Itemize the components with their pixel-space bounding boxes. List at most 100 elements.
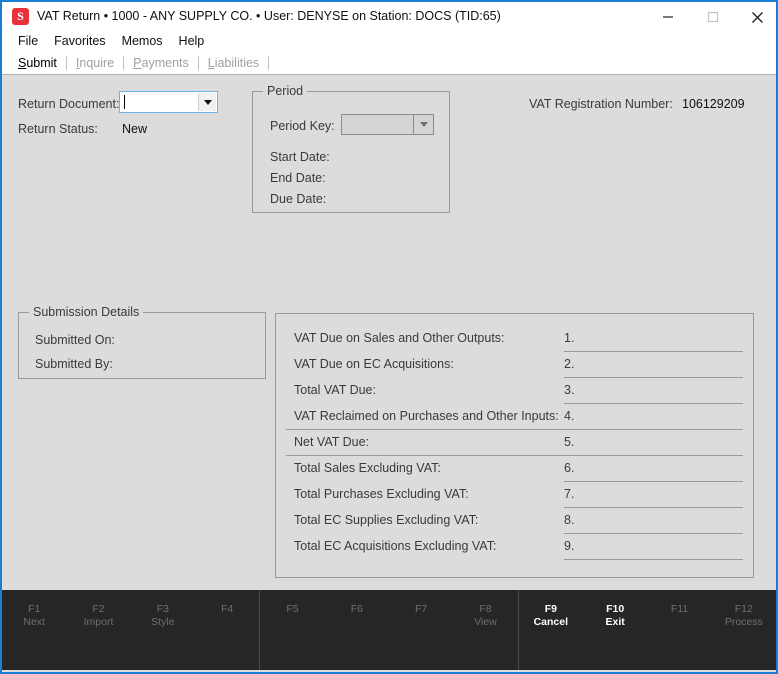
- function-key-f11[interactable]: F11: [647, 603, 711, 616]
- vat-row: VAT Reclaimed on Purchases and Other Inp…: [276, 404, 753, 430]
- menu-item-file[interactable]: File: [10, 30, 46, 52]
- function-key-f1-key: F1: [28, 603, 41, 615]
- vat-figure-label: Total EC Acquisitions Excluding VAT:: [294, 539, 497, 553]
- tab-inquire[interactable]: Inquire: [67, 52, 123, 74]
- vat-figure-rule: [564, 559, 743, 560]
- function-key-f4[interactable]: F4: [195, 603, 259, 616]
- function-key-f1[interactable]: F1 Next: [2, 603, 66, 629]
- function-key-f2[interactable]: F2 Import: [66, 603, 130, 629]
- period-key-combo[interactable]: [341, 114, 434, 135]
- tab-inquire-label: nquire: [79, 56, 115, 70]
- menu-item-help[interactable]: Help: [171, 30, 213, 52]
- function-key-f3-key: F3: [156, 603, 169, 615]
- maximize-icon: [707, 11, 718, 23]
- due-date-label: Due Date:: [270, 192, 327, 206]
- period-key-dropdown-button[interactable]: [413, 115, 433, 134]
- vat-figure-label: VAT Due on EC Acquisitions:: [294, 357, 454, 371]
- function-key-f9[interactable]: F9 Cancel: [519, 603, 583, 629]
- menu-item-favorites[interactable]: Favorites: [46, 30, 113, 52]
- function-key-f8[interactable]: F8 View: [453, 603, 517, 629]
- app-logo-icon: S: [12, 7, 29, 25]
- submitted-on-label: Submitted On:: [35, 333, 115, 347]
- close-button[interactable]: [735, 2, 776, 32]
- function-key-f10[interactable]: F10 Exit: [583, 603, 647, 629]
- tab-submit-label: ubmit: [26, 56, 57, 70]
- vat-figure-label: Net VAT Due:: [294, 435, 370, 449]
- function-key-group-2: F5 F6 F7 F8 View: [259, 590, 517, 670]
- chevron-down-icon: [419, 122, 428, 127]
- text-caret: [124, 95, 125, 109]
- minimize-button[interactable]: [645, 2, 690, 32]
- return-document-label: Return Document:: [18, 97, 120, 111]
- function-key-f9-label: Cancel: [533, 616, 569, 629]
- vat-figure-number: 5.: [564, 435, 575, 449]
- function-key-f7[interactable]: F7: [389, 603, 453, 616]
- tab-liabilities[interactable]: Liabilities: [199, 52, 268, 74]
- vat-figure-number: 1.: [564, 331, 575, 345]
- function-key-group-3: F9 Cancel F10 Exit F11 F12 Process: [517, 590, 776, 670]
- submitted-by-label: Submitted By:: [35, 357, 113, 371]
- submission-details-groupbox: Submission Details Submitted On: Submitt…: [18, 305, 266, 379]
- tab-payments[interactable]: Payments: [124, 52, 198, 74]
- submission-details-title: Submission Details: [29, 305, 144, 319]
- function-key-f12-key: F12: [734, 603, 753, 615]
- vat-figure-number: 9.: [564, 539, 575, 553]
- window-title: VAT Return • 1000 - ANY SUPPLY CO. • Use…: [37, 9, 501, 23]
- vat-row: Total Purchases Excluding VAT: 7.: [276, 482, 753, 508]
- vat-row: VAT Due on EC Acquisitions: 2.: [276, 352, 753, 378]
- period-key-label: Period Key:: [270, 119, 335, 133]
- menu-bar: File Favorites Memos Help: [2, 30, 776, 52]
- tab-liabilities-label: iabilities: [214, 56, 260, 70]
- function-key-f10-key: F10: [606, 603, 625, 615]
- vat-figure-number: 8.: [564, 513, 575, 527]
- vat-figure-number: 4.: [564, 409, 575, 423]
- function-key-f10-label: Exit: [605, 616, 625, 629]
- vat-figure-label: Total EC Supplies Excluding VAT:: [294, 513, 479, 527]
- vat-figure-number: 6.: [564, 461, 575, 475]
- chevron-down-icon: [203, 99, 212, 105]
- vat-registration-label: VAT Registration Number:: [529, 97, 673, 111]
- function-key-f3[interactable]: F3 Style: [131, 603, 195, 629]
- return-status-value: New: [122, 122, 148, 136]
- function-key-f8-label: View: [474, 616, 497, 629]
- function-key-f12-label: Process: [724, 616, 763, 629]
- vat-return-window: S VAT Return • 1000 - ANY SUPPLY CO. • U…: [0, 0, 778, 674]
- vat-figure-number: 3.: [564, 383, 575, 397]
- function-key-f5-key: F5: [286, 603, 299, 615]
- vat-figure-label: VAT Due on Sales and Other Outputs:: [294, 331, 505, 345]
- function-key-f2-key: F2: [92, 603, 105, 615]
- function-key-f3-label: Style: [151, 616, 175, 629]
- tab-liabilities-mnemonic: L: [207, 56, 215, 70]
- return-document-input[interactable]: [121, 93, 198, 111]
- function-key-f7-key: F7: [415, 603, 428, 615]
- function-key-f1-label: Next: [23, 616, 45, 629]
- vat-figure-number: 2.: [564, 357, 575, 371]
- vat-figure-number: 7.: [564, 487, 575, 501]
- tab-submit[interactable]: Submit: [9, 52, 66, 74]
- vat-row: Net VAT Due: 5.: [276, 430, 753, 456]
- function-key-f6-key: F6: [350, 603, 363, 615]
- menu-item-memos[interactable]: Memos: [114, 30, 171, 52]
- vat-registration-value: 106129209: [682, 97, 745, 111]
- tab-payments-mnemonic: P: [133, 56, 142, 70]
- vat-figures-panel: VAT Due on Sales and Other Outputs: 1. V…: [275, 313, 754, 578]
- tab-payments-label: ayments: [141, 56, 189, 70]
- return-document-dropdown-button[interactable]: [198, 93, 216, 111]
- function-key-f5[interactable]: F5: [260, 603, 324, 616]
- function-key-f6[interactable]: F6: [325, 603, 389, 616]
- tab-strip: Submit Inquire Payments Liabilities: [2, 52, 776, 75]
- function-key-f12[interactable]: F12 Process: [712, 603, 776, 629]
- tab-separator: [268, 56, 270, 70]
- close-icon: [752, 11, 763, 23]
- start-date-label: Start Date:: [270, 150, 330, 164]
- title-bar: S VAT Return • 1000 - ANY SUPPLY CO. • U…: [2, 0, 776, 32]
- function-key-f9-key: F9: [544, 603, 557, 615]
- vat-row: Total VAT Due: 3.: [276, 378, 753, 404]
- function-key-f11-key: F11: [670, 603, 689, 615]
- return-status-label: Return Status:: [18, 122, 98, 136]
- maximize-button[interactable]: [690, 2, 735, 32]
- vat-row: Total EC Supplies Excluding VAT: 8.: [276, 508, 753, 534]
- period-groupbox-title: Period: [263, 84, 308, 98]
- return-document-combo[interactable]: [119, 91, 218, 113]
- vat-figure-label: Total Purchases Excluding VAT:: [294, 487, 469, 501]
